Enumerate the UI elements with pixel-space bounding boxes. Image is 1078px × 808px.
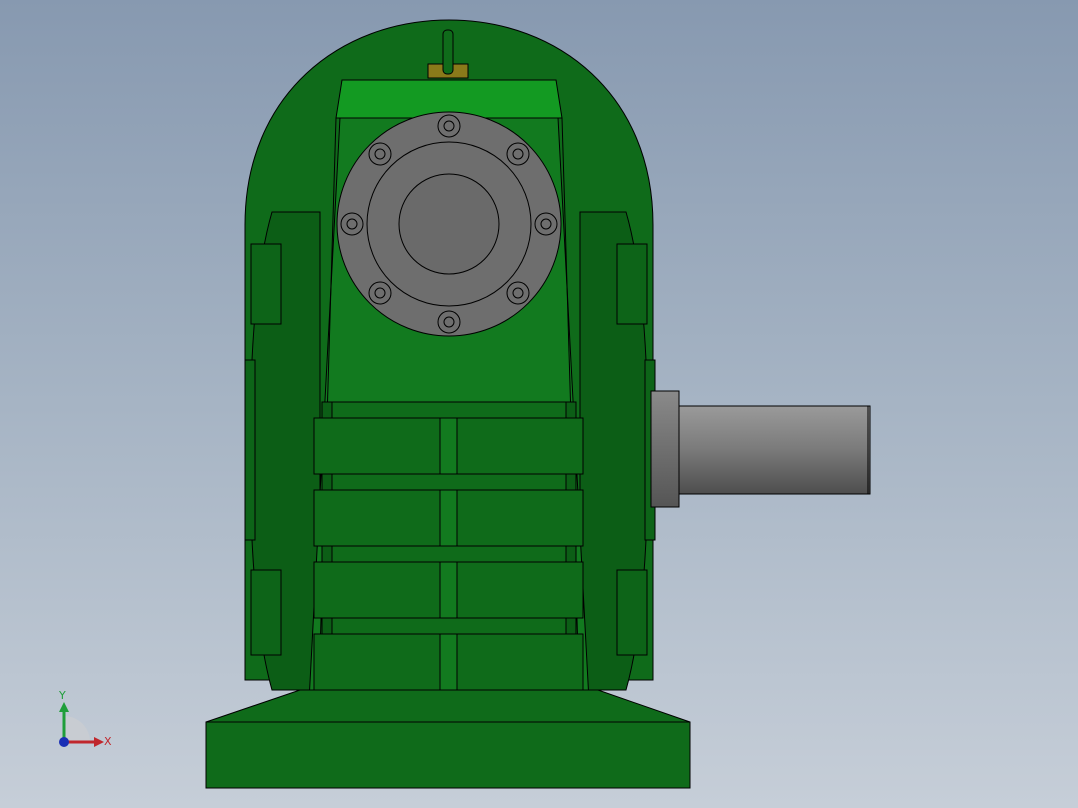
base-foot-top [205, 689, 691, 723]
cad-viewport[interactable]: Y X [0, 0, 1078, 808]
left-boss-bottom [250, 569, 282, 656]
left-boss-top [250, 243, 282, 325]
y-axis-arrow [59, 702, 69, 712]
right-boss-top [616, 243, 648, 325]
axis-triad[interactable]: Y X [58, 689, 112, 748]
y-axis-label: Y [58, 689, 66, 702]
input-shaft [678, 405, 871, 495]
z-axis-dot [59, 737, 69, 747]
base-foot [205, 721, 691, 789]
x-axis-arrow [94, 737, 104, 747]
breather-stem [442, 29, 454, 75]
left-rim [244, 359, 256, 541]
shaft-collar [650, 390, 680, 508]
triad-arc [64, 716, 90, 742]
gearbox-model[interactable]: Y X [0, 0, 1078, 808]
right-boss-bottom [616, 569, 648, 656]
x-axis-label: X [104, 735, 112, 748]
output-bore [398, 173, 500, 275]
